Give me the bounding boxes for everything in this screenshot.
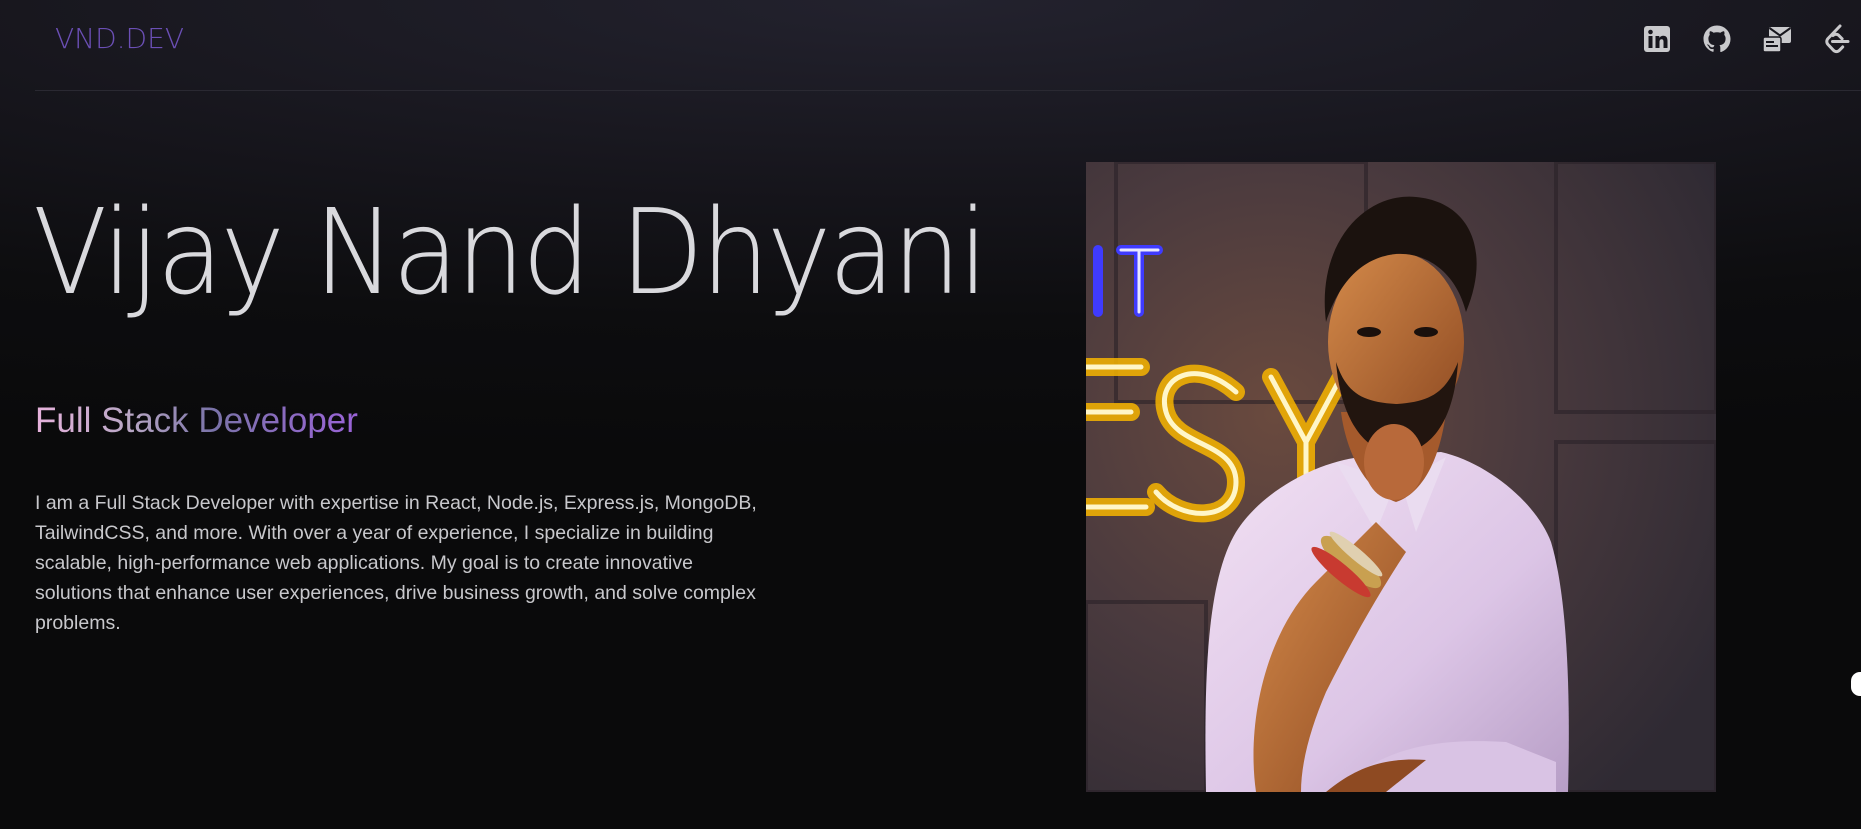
hero-bio: I am a Full Stack Developer with experti… [35, 492, 757, 634]
navbar: VND.DEV [35, 0, 1861, 91]
hero-role: Full Stack Developer [35, 401, 358, 440]
linkedin-icon[interactable] [1641, 22, 1673, 56]
profile-photo [1086, 162, 1716, 792]
site-logo[interactable]: VND.DEV [55, 22, 184, 55]
scroll-handle[interactable] [1851, 672, 1861, 696]
mail-icon[interactable] [1761, 22, 1793, 56]
social-links [1641, 22, 1861, 62]
leetcode-icon[interactable] [1821, 22, 1853, 56]
portfolio-page: VND.DEV Vijay Nand Dhyani Full Stack Dev… [0, 0, 1861, 829]
github-icon[interactable] [1701, 22, 1733, 56]
hero-name: Vijay Nand Dhyani [33, 183, 988, 321]
